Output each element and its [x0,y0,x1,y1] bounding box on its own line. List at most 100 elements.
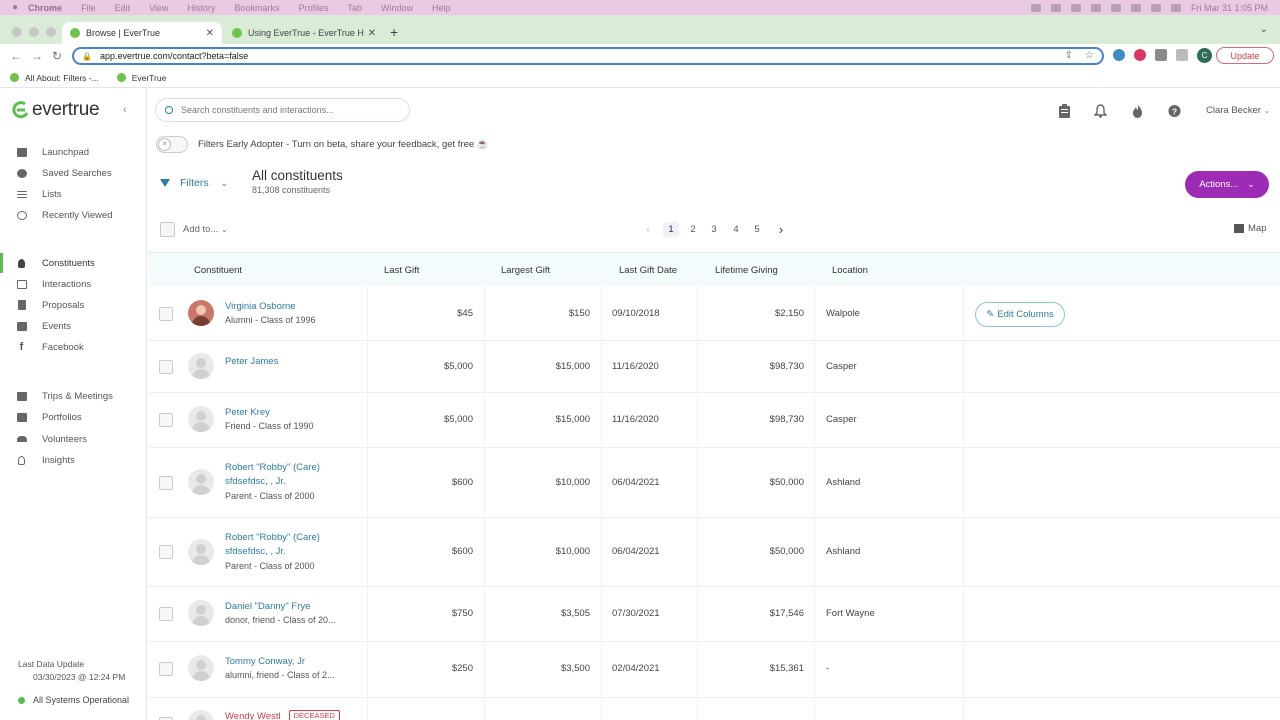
page-link-4[interactable]: 4 [728,222,744,237]
lock-icon[interactable]: 🔒 [82,52,92,61]
page-link-5[interactable]: 5 [749,222,765,237]
update-button[interactable]: Update [1216,47,1274,64]
prev-page-icon[interactable]: ‹ [640,222,656,237]
sidebar-item-interactions[interactable]: Interactions [0,274,146,294]
browser-tab[interactable]: Using EverTrue - EverTrue Help ✕ [224,22,384,44]
constituent-name-link[interactable]: sfdsefdsc, , Jr. [225,475,286,489]
system-status[interactable]: All Systems Operational [18,695,129,705]
sidebar-item-volunteers[interactable]: Volunteers [0,429,146,449]
constituent-name-link[interactable]: Virginia Osborne [225,300,296,314]
page-link-2[interactable]: 2 [685,222,701,237]
sidebar-item-saved-searches[interactable]: Saved Searches [0,163,146,183]
row-checkbox[interactable] [159,360,173,374]
column-header-largest-gift[interactable]: Largest Gift [501,265,550,276]
flame-icon[interactable] [1131,104,1144,118]
clock[interactable]: Fri Mar 31 1:05 PM [1191,3,1268,13]
sidebar-item-constituents[interactable]: Constituents [0,253,146,273]
avatar[interactable] [188,353,214,379]
bookmark-item[interactable]: All About: Filters -... [10,73,99,83]
constituent-name-link[interactable]: Wendy Westl DECEASED [225,710,340,720]
close-window-icon[interactable] [12,27,22,37]
sidebar-item-launchpad[interactable]: Launchpad [0,142,146,162]
sidebar-item-recently-viewed[interactable]: Recently Viewed [0,205,146,225]
sidebar-item-lists[interactable]: Lists [0,184,146,204]
actions-button[interactable]: Actions... ⌄ [1185,171,1269,198]
menu-tab[interactable]: Tab [348,3,363,13]
puzzle-extensions-icon[interactable] [1155,49,1167,61]
user-menu[interactable]: Clara Becker ⌄ [1206,105,1270,116]
column-header-lifetime-giving[interactable]: Lifetime Giving [715,265,778,276]
constituent-name-link[interactable]: sfdsefdsc, , Jr. [225,545,286,559]
sidebar-item-facebook[interactable]: f Facebook [0,337,146,357]
sidebar-item-events[interactable]: Events [0,316,146,336]
avatar[interactable] [188,469,214,495]
notifications-bell-icon[interactable] [1094,104,1107,118]
menu-help[interactable]: Help [432,3,451,13]
zoom-window-icon[interactable] [46,27,56,37]
status-icon[interactable] [1110,3,1121,12]
avatar[interactable] [188,710,214,720]
share-icon[interactable]: ⇪ [1065,50,1073,61]
row-checkbox[interactable] [159,476,173,490]
control-center-icon[interactable] [1170,3,1181,12]
constituent-name-link[interactable]: Robert "Robby" (Care) [225,531,320,545]
edit-columns-button[interactable]: ✎ Edit Columns [975,302,1065,327]
constituent-name-link[interactable]: Robert "Robby" (Care) [225,461,320,475]
menu-history[interactable]: History [187,3,215,13]
search-icon[interactable] [1150,3,1161,12]
menu-window[interactable]: Window [381,3,413,13]
table-row[interactable]: Robert "Robby" (Care) sfdsefdsc, , Jr. P… [148,448,1280,518]
clipboard-icon[interactable] [1058,104,1071,118]
column-header-location[interactable]: Location [832,265,868,276]
search-input[interactable]: Search constituents and interactions... [155,98,410,122]
row-checkbox[interactable] [159,607,173,621]
minimize-window-icon[interactable] [29,27,39,37]
column-header-constituent[interactable]: Constituent [194,265,242,276]
table-row[interactable]: Daniel "Danny" Frye donor, friend - Clas… [148,587,1280,642]
select-all-checkbox[interactable] [160,222,175,237]
menu-file[interactable]: File [81,3,96,13]
menu-profiles[interactable]: Profiles [298,3,328,13]
constituent-name-link[interactable]: Peter James [225,355,278,369]
help-icon[interactable]: ? [1168,104,1181,118]
map-view-button[interactable]: Map [1234,223,1266,234]
reload-icon[interactable]: ↻ [52,49,62,63]
status-icon[interactable] [1050,3,1061,12]
row-checkbox[interactable] [159,545,173,559]
page-link-3[interactable]: 3 [706,222,722,237]
bookmark-star-icon[interactable]: ☆ [1085,50,1094,61]
avatar[interactable] [188,600,214,626]
constituent-name-link[interactable]: Tommy Conway, Jr [225,655,305,669]
side-panel-icon[interactable] [1176,49,1188,61]
evertrue-logo[interactable]: evertrue [12,99,100,121]
extension-icon[interactable] [1113,49,1125,61]
row-checkbox[interactable] [159,662,173,676]
menu-app-name[interactable]: Chrome [28,3,62,13]
constituent-name-link[interactable]: Peter Krey [225,406,270,420]
profile-avatar[interactable]: C [1197,48,1212,63]
add-to-dropdown[interactable]: Add to... ⌄ [183,224,228,235]
sidebar-item-proposals[interactable]: Proposals [0,295,146,315]
table-row[interactable]: Wendy Westl DECEASED [148,698,1280,720]
constituent-name-link[interactable]: Daniel "Danny" Frye [225,600,310,614]
new-tab-icon[interactable]: + [390,24,398,40]
avatar[interactable] [188,655,214,681]
address-bar[interactable]: 🔒 app.evertrue.com/contact?beta=false ⇪ … [72,47,1104,65]
avatar[interactable] [188,539,214,565]
row-checkbox[interactable] [159,307,173,321]
status-icon[interactable] [1030,3,1041,12]
avatar[interactable] [188,300,214,326]
url-text[interactable]: app.evertrue.com/contact?beta=false [100,51,248,61]
close-tab-icon[interactable]: ✕ [206,28,214,39]
collapse-sidebar-icon[interactable]: ‹ [123,104,127,116]
close-tab-icon[interactable]: ✕ [368,28,376,39]
forward-icon[interactable]: → [31,49,43,63]
next-page-icon[interactable]: › [773,222,789,237]
table-row[interactable]: Virginia Osborne Alumni - Class of 1996 … [148,287,1280,341]
status-icon[interactable] [1070,3,1081,12]
menu-bookmarks[interactable]: Bookmarks [234,3,279,13]
bookmark-item[interactable]: EverTrue [116,73,166,83]
table-row[interactable]: Peter James $5,000 $15,000 11/16/2020 $9… [148,341,1280,393]
column-header-last-gift[interactable]: Last Gift [384,265,419,276]
table-row[interactable]: Peter Krey Friend - Class of 1990 $5,000… [148,393,1280,448]
